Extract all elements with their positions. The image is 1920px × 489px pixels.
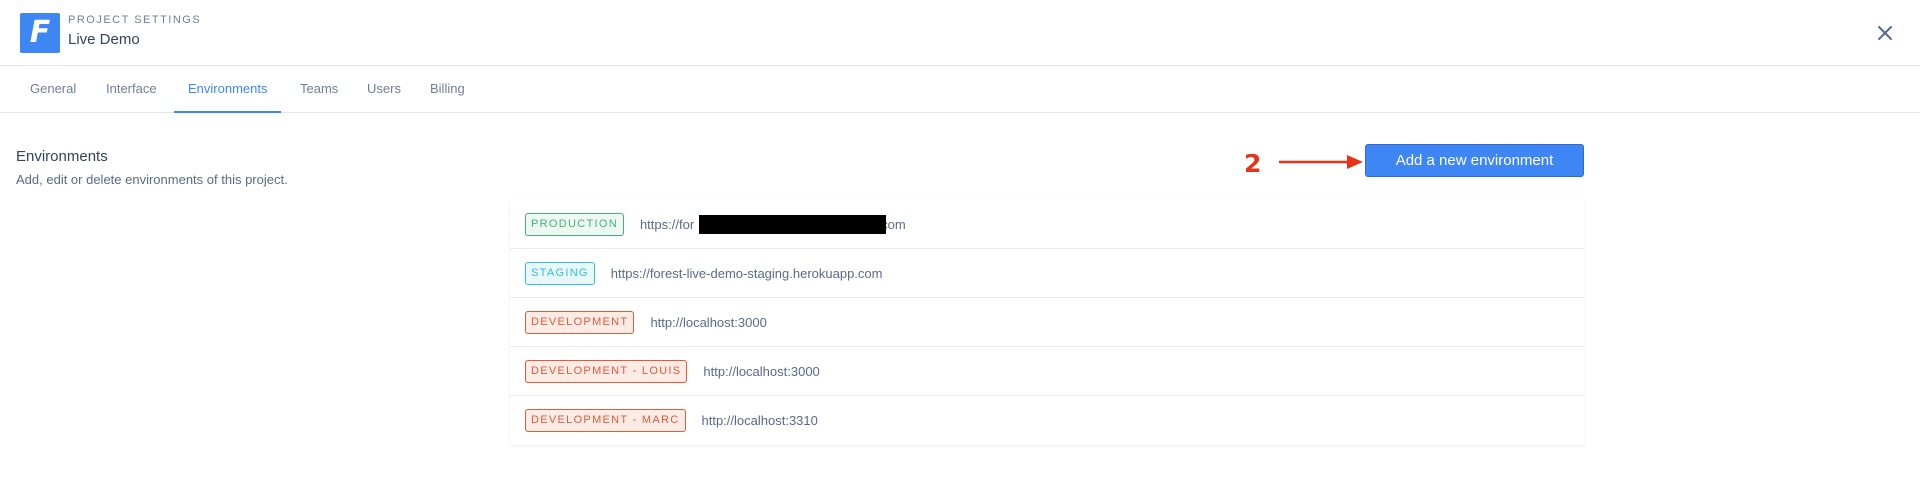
environment-row-production[interactable]: PRODUCTION https://for com [510,200,1584,249]
settings-tabs: General Interface Environments Teams Use… [0,67,1920,113]
environment-badge: PRODUCTION [525,212,624,236]
tab-billing[interactable]: Billing [416,67,479,113]
tab-environments[interactable]: Environments [174,67,282,113]
environment-url: http://localhost:3000 [703,363,820,379]
environment-url: http://localhost:3310 [701,413,818,428]
forest-logo: F [20,13,60,53]
close-button[interactable] [1871,19,1899,47]
logo-letter: F [29,15,51,50]
header-subtitle: PROJECT SETTINGS [68,14,202,26]
environment-badge: DEVELOPMENT - MARC [525,409,686,432]
tab-teams[interactable]: Teams [286,67,352,113]
add-environment-button[interactable]: Add a new environment [1365,144,1584,177]
page-title: Live Demo [68,31,140,48]
tab-users[interactable]: Users [353,67,415,113]
tab-general[interactable]: General [16,67,90,113]
environment-badge: DEVELOPMENT [525,310,635,334]
annotation-number: 2 [1244,149,1262,178]
environment-url: http://localhost:3000 [650,314,767,330]
environment-badge: STAGING [525,261,595,285]
environment-list: PRODUCTION https://for com STAGING https:… [510,200,1584,445]
environment-badge: DEVELOPMENT - LOUIS [525,359,688,383]
environment-url: https://forest-live-demo-staging.herokua… [610,265,883,281]
environment-row-development-marc[interactable]: DEVELOPMENT - MARC http://localhost:3310 [510,396,1584,445]
environment-row-staging[interactable]: STAGING https://forest-live-demo-staging… [510,249,1584,298]
section-title: Environments [16,148,108,165]
redaction-bar [699,215,886,234]
tab-interface[interactable]: Interface [92,67,171,113]
environment-row-development[interactable]: DEVELOPMENT http://localhost:3000 [510,298,1584,347]
annotation-arrow-icon [1279,155,1363,169]
environment-row-development-louis[interactable]: DEVELOPMENT - LOUIS http://localhost:300… [510,347,1584,396]
section-description: Add, edit or delete environments of this… [16,172,288,187]
header: F PROJECT SETTINGS Live Demo [0,0,1920,66]
close-icon[interactable] [1871,19,1899,47]
